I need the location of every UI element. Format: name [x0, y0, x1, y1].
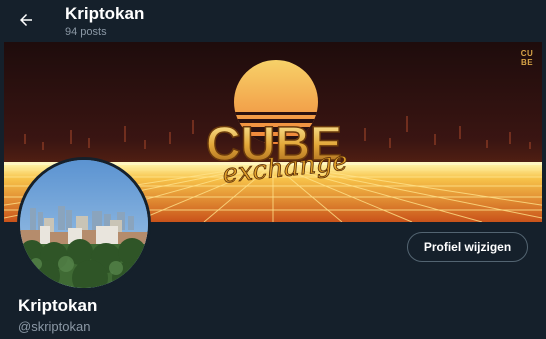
- profile-avatar[interactable]: [17, 157, 151, 291]
- back-button[interactable]: [12, 6, 40, 34]
- arrow-left-icon: [20, 14, 32, 26]
- banner-corner-logo: CU BE: [518, 49, 536, 71]
- profile-header-bar: Kriptokan 94 posts: [0, 0, 546, 42]
- banner-corner-logo-top: CU: [520, 49, 534, 58]
- header-display-name: Kriptokan: [65, 4, 145, 23]
- banner-corner-logo-bottom: BE: [520, 58, 534, 67]
- edit-profile-button[interactable]: Profiel wijzigen: [407, 232, 528, 262]
- profile-page: Kriptokan 94 posts CUBE exchange CU BE P…: [0, 0, 546, 339]
- profile-display-name: Kriptokan: [18, 296, 98, 315]
- city-skyline-photo: [20, 160, 148, 288]
- profile-handle: @skriptokan: [18, 319, 91, 334]
- header-post-count: 94 posts: [65, 26, 107, 38]
